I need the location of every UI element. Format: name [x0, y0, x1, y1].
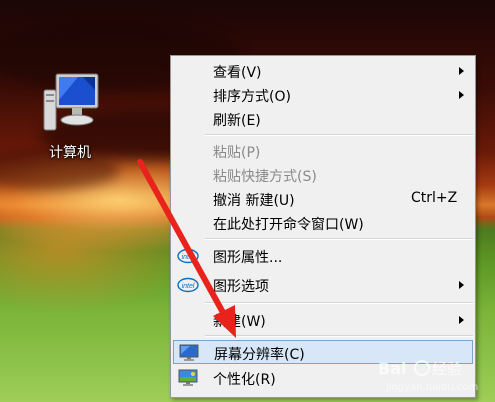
- menu-item-label: 查看(V): [213, 65, 262, 81]
- menu-item-undo-new[interactable]: 撤消 新建(U) Ctrl+Z: [173, 187, 473, 211]
- personalize-icon: [178, 369, 198, 386]
- svg-text:intel: intel: [182, 283, 195, 290]
- menu-item-label: 新建(W): [213, 314, 266, 330]
- menu-item-view[interactable]: 查看(V): [173, 59, 473, 83]
- menu-item-label: 刷新(E): [213, 113, 261, 129]
- menu-item-label: 图形选项: [213, 279, 269, 295]
- menu-item-refresh[interactable]: 刷新(E): [173, 107, 473, 131]
- menu-item-label: 撤消 新建(U): [213, 193, 295, 209]
- svg-text:jingyan.baidu.com: jingyan.baidu.com: [385, 382, 478, 393]
- computer-monitor-icon: [43, 73, 99, 131]
- menu-item-paste-shortcut: 粘贴快捷方式(S): [173, 163, 473, 187]
- menu-separator: [205, 302, 473, 304]
- baidu-watermark-logo: Bai 经验 jingyan.baidu.com: [378, 359, 478, 393]
- menu-item-label: 个性化(R): [213, 372, 276, 388]
- menu-item-label: 粘贴快捷方式(S): [213, 169, 317, 185]
- svg-text:intel: intel: [182, 254, 195, 261]
- desktop-icon-computer[interactable]: 计算机: [28, 70, 112, 166]
- menu-item-label: 排序方式(O): [213, 89, 291, 105]
- submenu-arrow-icon: [459, 91, 464, 99]
- intel-icon: intel: [177, 248, 199, 264]
- submenu-arrow-icon: [459, 281, 464, 289]
- menu-separator: [205, 335, 473, 337]
- menu-separator: [205, 134, 473, 136]
- menu-item-graphics-properties[interactable]: intel 图形属性...: [173, 244, 473, 268]
- menu-item-label: 图形属性...: [213, 250, 283, 266]
- menu-item-label: 在此处打开命令窗口(W): [213, 217, 364, 233]
- menu-item-graphics-options[interactable]: intel 图形选项: [173, 273, 473, 297]
- menu-item-sort-by[interactable]: 排序方式(O): [173, 83, 473, 107]
- menu-item-open-command-window[interactable]: 在此处打开命令窗口(W): [173, 211, 473, 235]
- desktop-icon-label: 计算机: [49, 145, 91, 161]
- menu-item-label: 粘贴(P): [213, 145, 261, 161]
- menu-item-paste: 粘贴(P): [173, 139, 473, 163]
- menu-item-label: 屏幕分辨率(C): [214, 347, 305, 363]
- submenu-arrow-icon: [459, 316, 464, 324]
- menu-item-new[interactable]: 新建(W): [173, 308, 473, 332]
- menu-separator: [205, 238, 473, 240]
- intel-icon: intel: [177, 277, 199, 293]
- svg-text:经验: 经验: [432, 360, 462, 378]
- menu-item-shortcut: Ctrl+Z: [411, 190, 458, 206]
- svg-text:Bai: Bai: [378, 359, 406, 378]
- screen-resolution-icon: [179, 344, 199, 361]
- context-menu: 查看(V) 排序方式(O) 刷新(E) 粘贴(P) 粘贴快捷方式(S) 撤消 新…: [170, 55, 476, 398]
- submenu-arrow-icon: [459, 67, 464, 75]
